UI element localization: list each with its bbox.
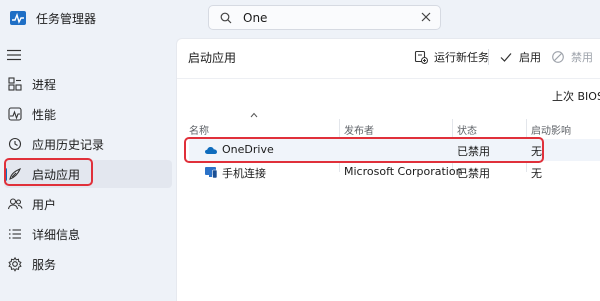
sidebar-item-label: 用户 [32, 198, 57, 212]
sidebar-item-label: 应用历史记录 [32, 138, 105, 152]
last-bios-time-label: 上次 BIOS 所 [552, 90, 600, 103]
new-task-icon [414, 50, 428, 64]
sidebar-item-services[interactable]: 服务 [4, 250, 172, 278]
run-new-task-button[interactable]: 运行新任务 [414, 47, 489, 67]
details-icon [9, 229, 21, 239]
sidebar-item-app-history[interactable]: 应用历史记录 [4, 130, 172, 158]
app-status: 已禁用 [457, 145, 490, 158]
sidebar-item-label: 进程 [32, 78, 57, 92]
sidebar-item-label: 服务 [32, 258, 57, 272]
search-input[interactable] [243, 9, 413, 27]
app-history-icon [8, 137, 22, 151]
run-new-task-label: 运行新任务 [434, 51, 489, 64]
page-title: 启动应用 [188, 51, 237, 65]
app-impact: 无 [531, 145, 542, 158]
checkmark-icon [500, 53, 512, 62]
phone-link-icon [205, 167, 218, 179]
users-icon [7, 198, 23, 210]
enable-label: 启用 [519, 51, 541, 64]
app-status: 已禁用 [457, 167, 490, 180]
header-divider [177, 78, 600, 79]
app-name: OneDrive [222, 143, 274, 156]
toolbar-separator [488, 49, 489, 65]
task-manager-icon [10, 11, 26, 25]
table-row[interactable]: 手机连接 Microsoft Corporation 已禁用 无 [189, 161, 600, 183]
sort-ascending-icon [250, 112, 258, 118]
column-header-name[interactable]: 名称 [189, 122, 209, 137]
onedrive-icon [205, 147, 217, 154]
disable-button[interactable]: 禁用 [551, 47, 593, 67]
main-panel: 启动应用 运行新任务 启用 禁用 上次 BIOS 所 名称 发布者 状态 启动影… [176, 38, 600, 301]
app-impact: 无 [531, 167, 542, 180]
search-box[interactable] [208, 5, 441, 30]
column-header-status[interactable]: 状态 [457, 122, 477, 137]
sidebar-item-label: 性能 [32, 108, 57, 122]
table-row[interactable]: OneDrive 已禁用 无 [189, 139, 600, 161]
sidebar-item-details[interactable]: 详细信息 [4, 220, 172, 248]
sidebar-item-startup-apps[interactable]: 启动应用 [4, 160, 172, 188]
column-header-publisher[interactable]: 发布者 [344, 122, 374, 137]
title-bar: 任务管理器 [0, 0, 600, 38]
sidebar-item-label: 启动应用 [32, 168, 81, 182]
sidebar-item-performance[interactable]: 性能 [4, 100, 172, 128]
disable-label: 禁用 [571, 51, 593, 64]
app-title: 任务管理器 [36, 12, 97, 26]
hamburger-menu-icon[interactable] [7, 49, 21, 61]
column-header-impact[interactable]: 启动影响 [531, 122, 571, 137]
startup-apps-icon [9, 168, 21, 180]
app-publisher: Microsoft Corporation [344, 165, 463, 178]
enable-button[interactable]: 启用 [499, 47, 541, 67]
sidebar-item-label: 详细信息 [32, 228, 81, 242]
app-name: 手机连接 [222, 167, 266, 180]
clear-search-icon[interactable] [420, 11, 432, 23]
performance-icon [8, 107, 22, 121]
block-icon [552, 51, 564, 63]
services-icon [8, 256, 22, 272]
sidebar: 进程 性能 应用历史记录 启动应用 用户 详细信息 服务 [0, 38, 176, 301]
sidebar-item-processes[interactable]: 进程 [4, 70, 172, 98]
search-icon [220, 12, 232, 24]
sidebar-item-users[interactable]: 用户 [4, 190, 172, 218]
processes-icon [8, 77, 22, 91]
